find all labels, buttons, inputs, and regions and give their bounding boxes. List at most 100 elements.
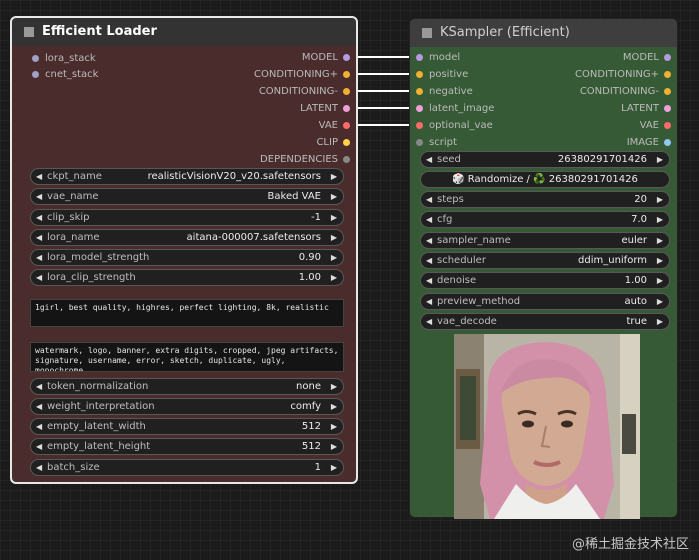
output-dot-icon[interactable] <box>664 70 671 78</box>
increment-arrow-icon[interactable]: ▶ <box>331 210 337 225</box>
widget-steps[interactable]: ◀ steps 20 ▶ <box>420 191 670 208</box>
increment-arrow-icon[interactable]: ▶ <box>331 399 337 414</box>
widget-lora-name[interactable]: ◀ lora_name aitana-000007.safetensors ▶ <box>30 229 344 246</box>
decrement-arrow-icon[interactable]: ◀ <box>36 230 42 245</box>
collapse-toggle-icon[interactable] <box>24 27 34 37</box>
decrement-arrow-icon[interactable]: ◀ <box>36 270 42 285</box>
widget-empty-latent-width[interactable]: ◀ empty_latent_width 512 ▶ <box>30 418 344 435</box>
output-slot-latent[interactable]: LATENT <box>300 102 350 116</box>
efficient-loader-node[interactable]: Efficient Loader lora_stack cnet_stack M… <box>10 16 358 484</box>
increment-arrow-icon[interactable]: ▶ <box>331 419 337 434</box>
widget-cfg[interactable]: ◀ cfg 7.0 ▶ <box>420 211 670 228</box>
input-dot-icon[interactable] <box>32 70 39 78</box>
input-slot-positive[interactable]: positive <box>416 68 468 82</box>
increment-arrow-icon[interactable]: ▶ <box>331 169 337 184</box>
widget-vae-decode[interactable]: ◀ vae_decode true ▶ <box>420 313 670 330</box>
input-slot-lora-stack[interactable]: lora_stack <box>32 52 96 66</box>
input-slot-model[interactable]: model <box>416 51 460 65</box>
output-slot-conditioning-neg[interactable]: CONDITIONING- <box>259 85 350 99</box>
output-dot-icon[interactable] <box>664 138 671 146</box>
widget-vae-name[interactable]: ◀ vae_name Baked VAE ▶ <box>30 188 344 205</box>
input-dot-icon[interactable] <box>416 53 423 61</box>
input-slot-optional-vae[interactable]: optional_vae <box>416 119 493 133</box>
output-dot-icon[interactable] <box>343 70 350 78</box>
increment-arrow-icon[interactable]: ▶ <box>331 250 337 265</box>
widget-scheduler[interactable]: ◀ scheduler ddim_uniform ▶ <box>420 252 670 269</box>
widget-seed[interactable]: ◀ seed 26380291701426 ▶ <box>420 151 670 168</box>
node-title-bar[interactable]: Efficient Loader <box>12 18 356 46</box>
input-slot-cnet-stack[interactable]: cnet_stack <box>32 68 98 82</box>
input-slot-script[interactable]: script <box>416 136 457 150</box>
output-dot-icon[interactable] <box>664 53 671 61</box>
input-dot-icon[interactable] <box>416 104 423 112</box>
output-slot-model[interactable]: MODEL <box>302 51 350 65</box>
output-slot-vae[interactable]: VAE <box>319 119 350 133</box>
output-slot-conditioning-pos[interactable]: CONDITIONING+ <box>254 68 350 82</box>
increment-arrow-icon[interactable]: ▶ <box>657 253 663 268</box>
increment-arrow-icon[interactable]: ▶ <box>657 294 663 309</box>
collapse-toggle-icon[interactable] <box>422 28 432 38</box>
decrement-arrow-icon[interactable]: ◀ <box>426 294 432 309</box>
input-dot-icon[interactable] <box>416 138 423 146</box>
widget-lora-model-strength[interactable]: ◀ lora_model_strength 0.90 ▶ <box>30 249 344 266</box>
output-dot-icon[interactable] <box>664 104 671 112</box>
output-dot-icon[interactable] <box>664 87 671 95</box>
decrement-arrow-icon[interactable]: ◀ <box>36 189 42 204</box>
randomize-seed-button[interactable]: 🎲 Randomize / ♻️ 26380291701426 <box>420 171 670 188</box>
output-slot-conditioning-neg[interactable]: CONDITIONING- <box>580 85 671 99</box>
decrement-arrow-icon[interactable]: ◀ <box>426 253 432 268</box>
output-slot-model[interactable]: MODEL <box>623 51 671 65</box>
decrement-arrow-icon[interactable]: ◀ <box>426 314 432 329</box>
output-dot-icon[interactable] <box>343 104 350 112</box>
widget-lora-clip-strength[interactable]: ◀ lora_clip_strength 1.00 ▶ <box>30 269 344 286</box>
input-dot-icon[interactable] <box>32 54 39 62</box>
widget-weight-interpretation[interactable]: ◀ weight_interpretation comfy ▶ <box>30 398 344 415</box>
increment-arrow-icon[interactable]: ▶ <box>657 152 663 167</box>
decrement-arrow-icon[interactable]: ◀ <box>36 379 42 394</box>
output-image-preview[interactable] <box>454 334 640 519</box>
widget-preview-method[interactable]: ◀ preview_method auto ▶ <box>420 293 670 310</box>
increment-arrow-icon[interactable]: ▶ <box>331 460 337 475</box>
decrement-arrow-icon[interactable]: ◀ <box>426 233 432 248</box>
output-dot-icon[interactable] <box>343 138 350 146</box>
output-slot-dependencies[interactable]: DEPENDENCIES <box>260 153 350 167</box>
increment-arrow-icon[interactable]: ▶ <box>657 192 663 207</box>
positive-prompt-textarea[interactable]: 1girl, best quality, highres, perfect li… <box>30 299 344 327</box>
output-slot-image[interactable]: IMAGE <box>627 136 671 150</box>
increment-arrow-icon[interactable]: ▶ <box>331 270 337 285</box>
negative-prompt-textarea[interactable]: watermark, logo, banner, extra digits, c… <box>30 342 344 372</box>
widget-batch-size[interactable]: ◀ batch_size 1 ▶ <box>30 459 344 476</box>
widget-sampler-name[interactable]: ◀ sampler_name euler ▶ <box>420 232 670 249</box>
decrement-arrow-icon[interactable]: ◀ <box>36 460 42 475</box>
output-dot-icon[interactable] <box>343 155 350 163</box>
decrement-arrow-icon[interactable]: ◀ <box>36 419 42 434</box>
decrement-arrow-icon[interactable]: ◀ <box>426 212 432 227</box>
increment-arrow-icon[interactable]: ▶ <box>331 439 337 454</box>
input-dot-icon[interactable] <box>416 121 423 129</box>
input-slot-negative[interactable]: negative <box>416 85 473 99</box>
output-slot-vae[interactable]: VAE <box>640 119 671 133</box>
decrement-arrow-icon[interactable]: ◀ <box>36 210 42 225</box>
decrement-arrow-icon[interactable]: ◀ <box>426 192 432 207</box>
output-dot-icon[interactable] <box>343 121 350 129</box>
decrement-arrow-icon[interactable]: ◀ <box>36 439 42 454</box>
widget-denoise[interactable]: ◀ denoise 1.00 ▶ <box>420 272 670 289</box>
node-title-bar[interactable]: KSampler (Efficient) <box>410 19 677 47</box>
increment-arrow-icon[interactable]: ▶ <box>331 230 337 245</box>
decrement-arrow-icon[interactable]: ◀ <box>36 169 42 184</box>
widget-token-normalization[interactable]: ◀ token_normalization none ▶ <box>30 378 344 395</box>
output-dot-icon[interactable] <box>664 121 671 129</box>
increment-arrow-icon[interactable]: ▶ <box>331 189 337 204</box>
widget-ckpt-name[interactable]: ◀ ckpt_name realisticVisionV20_v20.safet… <box>30 168 344 185</box>
widget-empty-latent-height[interactable]: ◀ empty_latent_height 512 ▶ <box>30 438 344 455</box>
decrement-arrow-icon[interactable]: ◀ <box>36 399 42 414</box>
output-dot-icon[interactable] <box>343 87 350 95</box>
widget-clip-skip[interactable]: ◀ clip_skip -1 ▶ <box>30 209 344 226</box>
output-slot-clip[interactable]: CLIP <box>316 136 350 150</box>
output-slot-latent[interactable]: LATENT <box>621 102 671 116</box>
increment-arrow-icon[interactable]: ▶ <box>657 273 663 288</box>
output-dot-icon[interactable] <box>343 53 350 61</box>
ksampler-efficient-node[interactable]: KSampler (Efficient) model positive nega… <box>409 18 678 519</box>
increment-arrow-icon[interactable]: ▶ <box>331 379 337 394</box>
input-slot-latent-image[interactable]: latent_image <box>416 102 494 116</box>
